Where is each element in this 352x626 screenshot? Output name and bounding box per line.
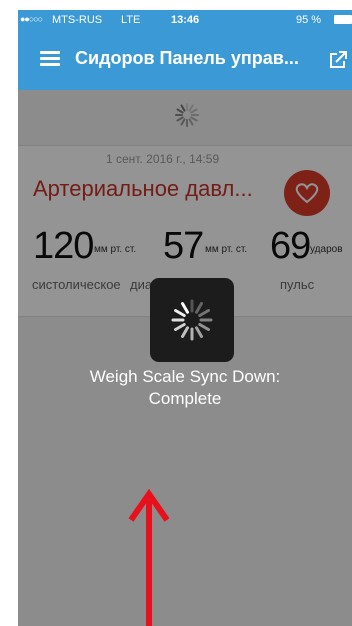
page-title: Сидоров Панель управ... bbox=[75, 48, 299, 68]
carrier-name: MTS-RUS bbox=[52, 14, 103, 26]
network-type: LTE bbox=[121, 14, 141, 26]
progress-hud bbox=[150, 278, 234, 362]
nav-bar: Сидоров Панель управ... bbox=[18, 30, 352, 90]
battery-icon bbox=[334, 15, 352, 24]
loading-spinner-icon bbox=[170, 298, 214, 342]
hud-message-line2: Complete bbox=[148, 389, 222, 408]
signal-strength: ●●○○○ bbox=[20, 14, 43, 24]
status-time: 13:46 bbox=[171, 14, 200, 26]
share-icon[interactable] bbox=[328, 50, 348, 70]
red-arrow-annotation bbox=[128, 488, 170, 626]
hamburger-menu-icon[interactable] bbox=[40, 51, 60, 67]
hud-message: Weigh Scale Sync Down: Complete bbox=[40, 366, 330, 410]
battery-percent: 95 % bbox=[296, 14, 322, 26]
hud-message-line1: Weigh Scale Sync Down: bbox=[89, 367, 281, 386]
phone-screen: ●●○○○ MTS-RUS LTE 13:46 95 % Сидоров Пан… bbox=[18, 10, 352, 626]
status-bar: ●●○○○ MTS-RUS LTE 13:46 95 % bbox=[18, 10, 352, 30]
